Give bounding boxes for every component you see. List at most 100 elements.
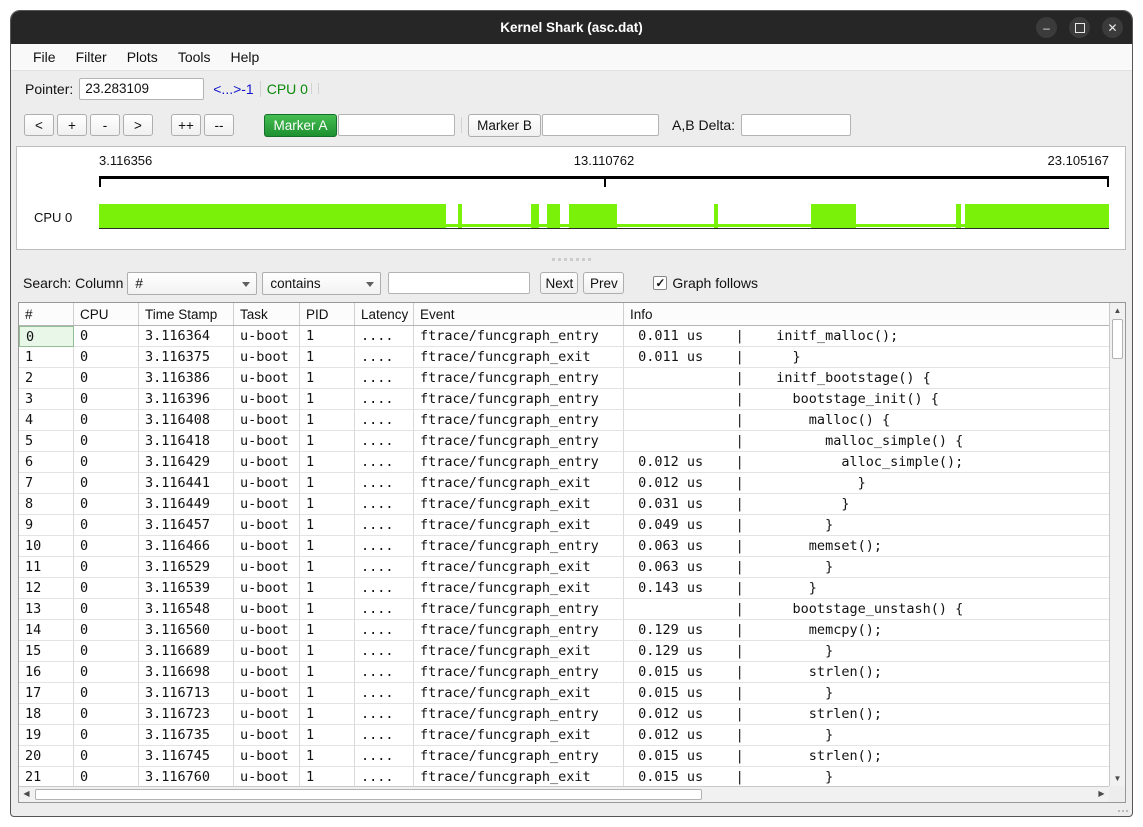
search-next-button[interactable]: Next xyxy=(540,272,578,294)
table-cell[interactable]: 0 xyxy=(74,746,139,767)
table-cell[interactable]: .... xyxy=(355,326,414,347)
table-cell[interactable]: 0.015 us | } xyxy=(624,683,1109,704)
table-cell[interactable]: u-boot xyxy=(234,536,300,557)
table-cell[interactable]: 0 xyxy=(74,452,139,473)
ab-delta-input[interactable] xyxy=(741,114,851,136)
menu-file[interactable]: File xyxy=(23,49,66,65)
table-cell[interactable]: 3.116441 xyxy=(139,473,234,494)
table-cell[interactable]: .... xyxy=(355,473,414,494)
marker-b-input[interactable] xyxy=(542,114,659,136)
table-cell[interactable]: u-boot xyxy=(234,368,300,389)
table-cell[interactable]: 3.116449 xyxy=(139,494,234,515)
table-cell[interactable]: u-boot xyxy=(234,347,300,368)
table-cell[interactable]: 0 xyxy=(74,347,139,368)
table-cell[interactable]: 0.012 us | strlen(); xyxy=(624,704,1109,725)
table-cell[interactable]: 0 xyxy=(74,431,139,452)
zoom-out-fast-button[interactable]: -- xyxy=(204,114,234,136)
table-cell[interactable]: 1 xyxy=(300,578,355,599)
cpu0-activity-segment[interactable] xyxy=(811,204,856,228)
table-cell[interactable]: u-boot xyxy=(234,326,300,347)
table-cell[interactable]: 1 xyxy=(300,620,355,641)
splitter-handle[interactable] xyxy=(11,250,1132,268)
table-cell[interactable]: 1 xyxy=(300,410,355,431)
horizontal-scrollbar-thumb[interactable] xyxy=(35,789,702,800)
table-cell[interactable]: 3.116396 xyxy=(139,389,234,410)
table-cell[interactable]: .... xyxy=(355,599,414,620)
table-cell[interactable]: 1 xyxy=(300,662,355,683)
table-cell[interactable]: u-boot xyxy=(234,389,300,410)
marker-a-button[interactable]: Marker A xyxy=(264,114,337,137)
table-cell[interactable]: ftrace/funcgraph_exit xyxy=(414,767,624,786)
table-cell[interactable]: 0 xyxy=(74,641,139,662)
search-input[interactable] xyxy=(388,272,530,294)
table-cell[interactable]: 20 xyxy=(19,746,74,767)
table-cell[interactable]: .... xyxy=(355,578,414,599)
table-cell[interactable]: 0 xyxy=(74,683,139,704)
scroll-down-icon[interactable]: ▼ xyxy=(1110,771,1125,786)
table-cell[interactable]: 0.129 us | memcpy(); xyxy=(624,620,1109,641)
table-cell[interactable]: 0.031 us | } xyxy=(624,494,1109,515)
table-cell[interactable]: 4 xyxy=(19,410,74,431)
table-cell[interactable]: u-boot xyxy=(234,704,300,725)
table-cell[interactable]: 0 xyxy=(74,473,139,494)
table-cell[interactable]: u-boot xyxy=(234,431,300,452)
shift-right-button[interactable]: > xyxy=(123,114,153,136)
table-cell[interactable]: 12 xyxy=(19,578,74,599)
table-cell[interactable]: 1 xyxy=(300,473,355,494)
table-cell[interactable]: .... xyxy=(355,746,414,767)
resize-grip[interactable] xyxy=(1118,810,1128,812)
table-cell[interactable]: 1 xyxy=(300,767,355,786)
table-cell[interactable]: 3.116457 xyxy=(139,515,234,536)
menu-plots[interactable]: Plots xyxy=(117,49,168,65)
table-cell[interactable]: | bootstage_init() { xyxy=(624,389,1109,410)
table-cell[interactable]: 1 xyxy=(19,347,74,368)
marker-a-input[interactable] xyxy=(338,114,455,136)
table-cell[interactable]: 0 xyxy=(74,515,139,536)
scroll-left-icon[interactable]: ◀ xyxy=(19,787,34,802)
table-cell[interactable]: 1 xyxy=(300,368,355,389)
table-cell[interactable]: 18 xyxy=(19,704,74,725)
table-cell[interactable]: u-boot xyxy=(234,641,300,662)
table-cell[interactable]: 3.116760 xyxy=(139,767,234,786)
search-prev-button[interactable]: Prev xyxy=(583,272,624,294)
table-cell[interactable]: 1 xyxy=(300,494,355,515)
table-cell[interactable]: 3.116723 xyxy=(139,704,234,725)
scroll-right-icon[interactable]: ▶ xyxy=(1094,787,1109,802)
search-operator-select[interactable]: contains xyxy=(262,272,381,295)
table-cell[interactable]: ftrace/funcgraph_exit xyxy=(414,515,624,536)
table-cell[interactable]: 3.116548 xyxy=(139,599,234,620)
table-cell[interactable]: 0 xyxy=(74,326,139,347)
menu-tools[interactable]: Tools xyxy=(168,49,221,65)
search-column-select[interactable]: # xyxy=(127,272,257,295)
table-cell[interactable]: .... xyxy=(355,662,414,683)
table-cell[interactable]: ftrace/funcgraph_entry xyxy=(414,389,624,410)
table-cell[interactable]: u-boot xyxy=(234,557,300,578)
table-cell[interactable]: 3.116539 xyxy=(139,578,234,599)
table-cell[interactable]: u-boot xyxy=(234,452,300,473)
table-cell[interactable]: 1 xyxy=(300,599,355,620)
table-cell[interactable]: 3.116466 xyxy=(139,536,234,557)
table-cell[interactable]: ftrace/funcgraph_entry xyxy=(414,410,624,431)
table-cell[interactable]: 1 xyxy=(300,515,355,536)
table-cell[interactable]: 17 xyxy=(19,683,74,704)
close-button[interactable]: ✕ xyxy=(1102,17,1123,38)
table-cell[interactable]: ftrace/funcgraph_entry xyxy=(414,662,624,683)
cpu0-activity-bar[interactable] xyxy=(99,204,1109,228)
table-cell[interactable]: u-boot xyxy=(234,767,300,786)
cpu0-activity-segment[interactable] xyxy=(965,204,1109,228)
table-cell[interactable]: ftrace/funcgraph_entry xyxy=(414,599,624,620)
table-cell[interactable]: 9 xyxy=(19,515,74,536)
table-cell[interactable]: u-boot xyxy=(234,683,300,704)
table-cell[interactable]: u-boot xyxy=(234,473,300,494)
table-cell[interactable]: .... xyxy=(355,410,414,431)
table-cell[interactable]: 0 xyxy=(74,704,139,725)
graph-follows-checkbox[interactable]: ✓ xyxy=(653,276,667,290)
vertical-scrollbar[interactable]: ▲ ▼ xyxy=(1109,303,1125,786)
table-cell[interactable]: 0.063 us | } xyxy=(624,557,1109,578)
marker-b-button[interactable]: Marker B xyxy=(468,114,541,137)
table-cell[interactable]: 3.116689 xyxy=(139,641,234,662)
table-cell[interactable]: .... xyxy=(355,368,414,389)
table-cell[interactable]: 3.116698 xyxy=(139,662,234,683)
table-cell[interactable]: 0 xyxy=(74,620,139,641)
table-cell[interactable]: ftrace/funcgraph_exit xyxy=(414,641,624,662)
